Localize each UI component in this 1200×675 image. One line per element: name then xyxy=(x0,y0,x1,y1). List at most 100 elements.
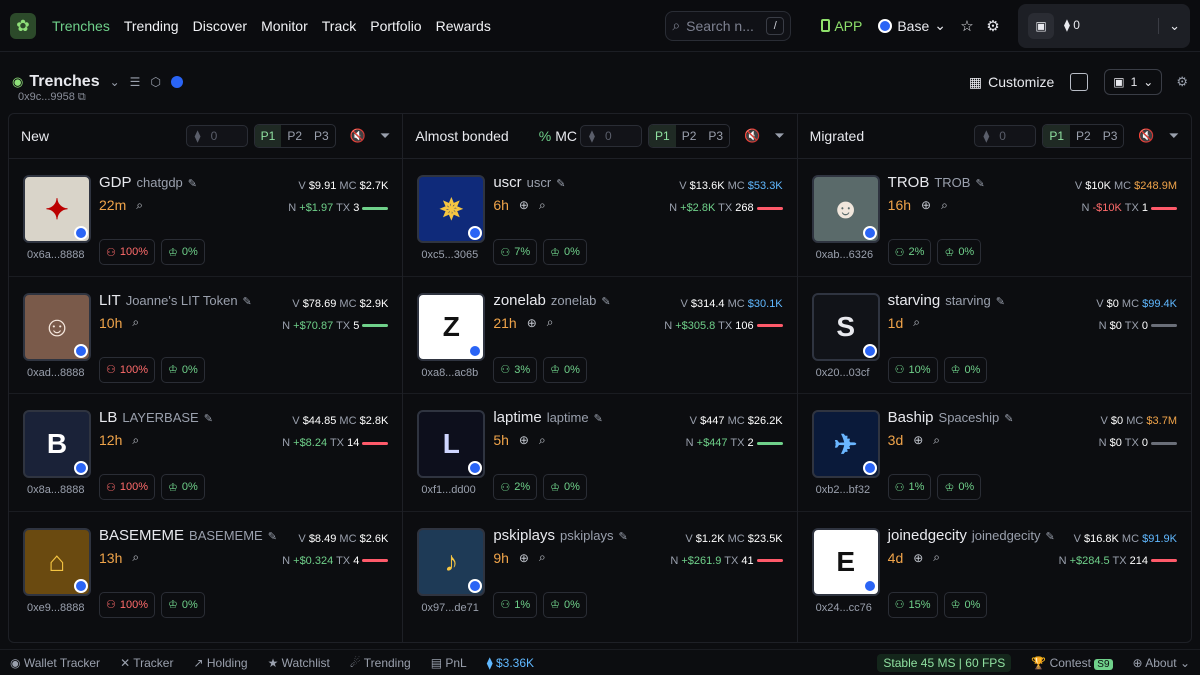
chef-badge[interactable]: ♔ 0% xyxy=(161,474,205,500)
preset-p2[interactable]: P2 xyxy=(1070,125,1097,147)
connection-status[interactable]: Stable 45 MS | 60 FPS xyxy=(877,653,1012,672)
pencil-icon[interactable]: ✎ xyxy=(188,177,197,190)
holders-badge[interactable]: ⚇ 7% xyxy=(493,239,538,265)
globe-icon[interactable]: ⊕ xyxy=(913,433,923,447)
pencil-icon[interactable]: ✎ xyxy=(619,530,628,543)
preset-p1[interactable]: P1 xyxy=(649,125,676,147)
footer-wallet-tracker[interactable]: ◉ Wallet Tracker xyxy=(10,656,100,670)
token-address[interactable]: 0xad...8888 xyxy=(27,367,85,379)
base-chain-icon[interactable] xyxy=(170,76,183,88)
holders-badge[interactable]: ⚇ 15% xyxy=(887,591,938,618)
holders-badge[interactable]: ⚇ 1% xyxy=(493,591,538,618)
pencil-icon[interactable]: ✎ xyxy=(594,412,603,425)
gear-icon[interactable]: ⚙ xyxy=(1176,74,1188,90)
search-icon[interactable]: ⌕ xyxy=(547,315,554,330)
token-name[interactable]: BASEMEME xyxy=(99,527,184,544)
token-name[interactable]: pskiplays xyxy=(493,527,555,544)
search-icon[interactable]: ⌕ xyxy=(132,315,139,330)
token-avatar[interactable]: ✵ xyxy=(417,175,486,243)
token-avatar[interactable]: ✈ xyxy=(811,410,880,478)
token-address[interactable]: 0x24...cc76 xyxy=(816,602,872,614)
holders-badge[interactable]: ⚇ 10% xyxy=(887,356,938,383)
holders-badge[interactable]: ⚇ 2% xyxy=(887,239,932,265)
token-card[interactable]: L 0xf1...dd00 laptime laptime ✎ 5h ⊕ ⌕ V $447 MC… xyxy=(403,394,797,512)
chef-badge[interactable]: ♔ 0% xyxy=(161,239,205,265)
footer-pnl[interactable]: ▤ PnL xyxy=(431,656,467,670)
token-name[interactable]: zonelab xyxy=(493,292,546,309)
footer-trending[interactable]: ☄ Trending xyxy=(350,656,411,670)
chef-badge[interactable]: ♔ 0% xyxy=(543,356,587,383)
token-address[interactable]: 0xab...6326 xyxy=(816,249,874,261)
chef-badge[interactable]: ♔ 0% xyxy=(543,591,587,618)
preset-p2[interactable]: P2 xyxy=(676,125,703,147)
mc-toggle[interactable]: MC xyxy=(555,128,577,144)
filter-icon[interactable]: ⏷ xyxy=(380,128,390,144)
mute-icon[interactable]: 🔇 xyxy=(350,128,366,144)
token-name[interactable]: Baship xyxy=(888,409,934,426)
contest-link[interactable]: 🏆 Contest S9 xyxy=(1031,656,1113,670)
token-address[interactable]: 0x20...03cf xyxy=(816,367,870,379)
footer-watchlist[interactable]: ★ Watchlist xyxy=(268,656,330,670)
token-card[interactable]: ♪ 0x97...de71 pskiplays pskiplays ✎ 9h ⊕ ⌕ V $1.… xyxy=(403,512,796,630)
gear-icon[interactable]: ⚙ xyxy=(982,15,1004,37)
preset-p3[interactable]: P3 xyxy=(308,125,335,147)
eth-amount-input[interactable]: ⧫ 0 xyxy=(580,125,642,147)
filter-icon[interactable]: ⏷ xyxy=(774,128,784,144)
token-address[interactable]: 0x8a...8888 xyxy=(27,484,85,496)
preset-p3[interactable]: P3 xyxy=(702,125,729,147)
globe-icon[interactable]: ⊕ xyxy=(921,198,931,212)
mute-icon[interactable]: 🔇 xyxy=(1138,128,1154,144)
customize-button[interactable]: ▦ Customize xyxy=(969,74,1054,91)
pencil-icon[interactable]: ✎ xyxy=(1004,412,1013,425)
pencil-icon[interactable]: ✎ xyxy=(204,412,213,425)
wallet-button[interactable]: ▣ ⧫ 0 0x9c...9958 ⧉ ⌄ xyxy=(18,3,1190,103)
nav-item-trending[interactable]: Trending xyxy=(124,18,179,34)
token-card[interactable]: ☻ 0xab...6326 TROB TROB ✎ 16h ⊕ ⌕ V $10K MC $248… xyxy=(797,159,1191,277)
cube-icon[interactable]: ⬡ xyxy=(150,75,160,89)
eth-amount-input[interactable]: ⧫ 0 xyxy=(974,125,1037,147)
pencil-icon[interactable]: ✎ xyxy=(556,177,565,190)
chef-badge[interactable]: ♔ 0% xyxy=(937,239,982,265)
token-address[interactable]: 0x6a...8888 xyxy=(27,249,85,261)
token-avatar[interactable]: B xyxy=(23,410,91,478)
token-card[interactable]: ☺ 0xad...8888 LIT Joanne's LIT Token ✎ 10h ⌕ V … xyxy=(9,277,403,394)
token-address[interactable]: 0xf1...dd00 xyxy=(421,484,475,496)
percent-toggle[interactable]: % xyxy=(539,128,551,144)
footer-tracker[interactable]: ✕ Tracker xyxy=(120,656,173,670)
nav-item-discover[interactable]: Discover xyxy=(193,18,247,34)
token-card[interactable]: ⌂ 0xe9...8888 BASEMEME BASEMEME ✎ 13h ⌕ V $8.49… xyxy=(9,512,402,630)
layout-selector[interactable]: ▣ 1 ⌄ xyxy=(1104,69,1163,95)
globe-icon[interactable]: ⊕ xyxy=(913,551,923,565)
mute-icon[interactable]: 🔇 xyxy=(744,128,760,144)
pencil-icon[interactable]: ✎ xyxy=(996,295,1005,308)
pencil-icon[interactable]: ✎ xyxy=(243,295,252,308)
search-icon[interactable]: ⌕ xyxy=(941,198,948,213)
about-link[interactable]: ⊕ About ⌄ xyxy=(1133,656,1190,670)
token-avatar[interactable]: E xyxy=(811,527,880,596)
footer-holding[interactable]: ↗ Holding xyxy=(193,656,247,670)
search-icon[interactable]: ⌕ xyxy=(539,433,546,448)
token-card[interactable]: ✵ 0xc5...3065 uscr uscr ✎ 6h ⊕ ⌕ V $13.6K MC $53… xyxy=(403,159,797,277)
pencil-icon[interactable]: ✎ xyxy=(268,530,277,543)
chef-badge[interactable]: ♔ 0% xyxy=(543,239,587,265)
token-avatar[interactable]: ✦ xyxy=(23,175,91,243)
chef-badge[interactable]: ♔ 0% xyxy=(943,591,988,618)
preset-p2[interactable]: P2 xyxy=(281,125,308,147)
chain-selector[interactable]: Base ⌄ xyxy=(878,17,946,34)
globe-icon[interactable]: ⊕ xyxy=(527,316,537,330)
token-avatar[interactable]: ⌂ xyxy=(23,527,91,596)
pencil-icon[interactable]: ✎ xyxy=(601,295,610,308)
token-avatar[interactable]: ☺ xyxy=(23,292,91,361)
token-card[interactable]: S 0x20...03cf starving starving ✎ 1d ⌕ V $0 MC … xyxy=(797,277,1191,394)
token-card[interactable]: ✦ 0x6a...8888 GDP chatgdp ✎ 22m ⌕ V $9.91 MC $2… xyxy=(9,159,403,277)
token-card[interactable]: E 0x24...cc76 joinedgecity joinedgecity ✎ 4d ⊕… xyxy=(798,512,1191,630)
search-input[interactable]: ⌕ Search n... / xyxy=(665,10,792,41)
globe-icon[interactable]: ⊕ xyxy=(519,198,529,212)
token-card[interactable]: Z 0xa8...ac8b zonelab zonelab ✎ 21h ⊕ ⌕ V $314.4… xyxy=(403,277,797,394)
search-icon[interactable]: ⌕ xyxy=(132,433,139,448)
search-icon[interactable]: ⌕ xyxy=(933,433,940,448)
chef-badge[interactable]: ♔ 0% xyxy=(937,474,982,500)
holders-badge[interactable]: ⚇ 3% xyxy=(493,356,538,383)
token-card[interactable]: B 0x8a...8888 LB LAYERBASE ✎ 12h ⌕ V $44.85 MC … xyxy=(9,394,403,512)
pencil-icon[interactable]: ✎ xyxy=(975,177,984,190)
